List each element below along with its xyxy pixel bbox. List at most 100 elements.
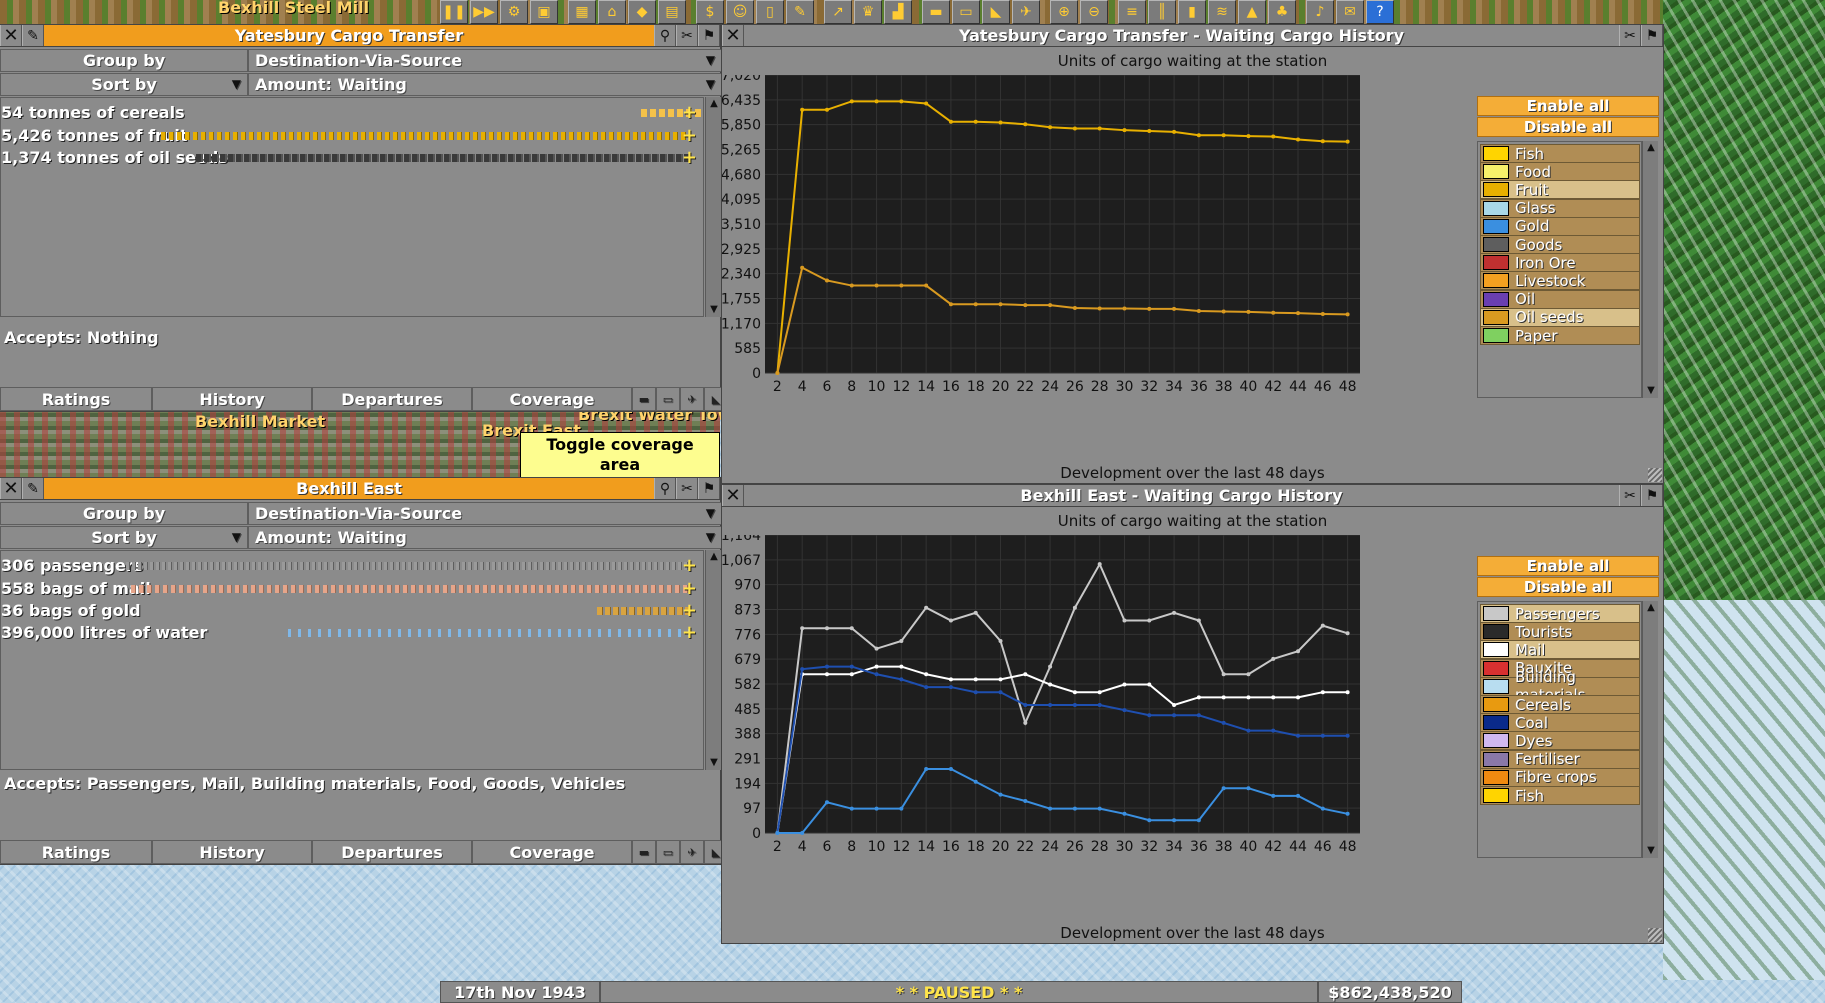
station-list-icon[interactable]: ▤ (658, 0, 686, 24)
legend-item[interactable]: Glass (1480, 198, 1640, 218)
expand-plus-icon[interactable]: + (682, 102, 697, 123)
tab-departures[interactable]: Departures (312, 840, 472, 864)
sticky-pin-icon[interactable]: ⚑ (698, 25, 720, 46)
graph-titlebar[interactable]: ✕ Yatesbury Cargo Transfer - Waiting Car… (722, 25, 1663, 47)
location-pin-icon[interactable]: ⚲ (654, 25, 676, 46)
resize-handle[interactable] (1648, 468, 1662, 482)
legend-item[interactable]: Oil seeds (1480, 307, 1640, 327)
expand-plus-icon[interactable]: + (682, 125, 697, 146)
cargo-list[interactable]: 306 passengers + 558 bags of mail + 36 b… (0, 550, 704, 770)
expand-plus-icon[interactable]: + (682, 622, 697, 643)
cargo-list-scrollbar[interactable]: ▲ ▼ (705, 550, 721, 770)
story-book-icon[interactable]: ▯ (756, 0, 784, 24)
legend-item[interactable]: Fruit (1480, 180, 1640, 200)
legend-item[interactable]: Fertiliser (1480, 749, 1640, 769)
scroll-down-icon[interactable]: ▼ (706, 756, 722, 770)
tab-departures[interactable]: Departures (312, 387, 472, 411)
settings-gear-icon[interactable]: ⚙ (500, 0, 528, 24)
tab-coverage[interactable]: Coverage (472, 840, 632, 864)
legend-item[interactable]: Dyes (1480, 731, 1640, 751)
cargo-list-scrollbar[interactable]: ▲ ▼ (705, 97, 721, 317)
expand-plus-icon[interactable]: + (682, 555, 697, 576)
station-titlebar[interactable]: ✕ ✎ Bexhill East ⚲ ✂ ⚑ (0, 478, 720, 500)
zoom-in-icon[interactable]: ⊕ (1050, 0, 1078, 24)
sticky-pin-icon[interactable]: ⚑ (1641, 25, 1663, 46)
sort-by-toggle[interactable]: Sort by ▼ (0, 525, 248, 549)
aircraft-list-icon[interactable]: ✈ (1012, 0, 1040, 24)
legend-item[interactable]: Fish (1480, 786, 1640, 805)
close-icon[interactable]: ✕ (0, 478, 22, 499)
scroll-up-icon[interactable]: ▲ (706, 550, 722, 564)
help-icon[interactable]: ? (1366, 0, 1394, 24)
scroll-down-icon[interactable]: ▼ (706, 303, 722, 317)
legend-item[interactable]: Fish (1480, 144, 1640, 163)
tab-history[interactable]: History (152, 387, 312, 411)
enable-all-button[interactable]: Enable all (1477, 96, 1659, 116)
tab-coverage[interactable]: Coverage (472, 387, 632, 411)
finances-icon[interactable]: $ (696, 0, 724, 24)
close-icon[interactable]: ✕ (0, 25, 22, 46)
sort-by-dropdown[interactable]: Amount: Waiting ▼ (248, 525, 722, 549)
build-water-icon[interactable]: ≋ (1208, 0, 1236, 24)
disable-all-button[interactable]: Disable all (1477, 117, 1659, 137)
build-tram-icon[interactable]: ▮ (1178, 0, 1206, 24)
collapse-icon[interactable]: ✂ (1619, 485, 1641, 506)
town-directory-icon[interactable]: ⌂ (598, 0, 626, 24)
truck-filter-icon[interactable]: ▭ (656, 840, 680, 864)
expand-plus-icon[interactable]: + (682, 600, 697, 621)
map-terrain-snow[interactable] (1663, 600, 1825, 980)
cargo-legend-list[interactable]: PassengersTouristsMailBauxiteBuilding ma… (1477, 601, 1642, 858)
legend-item[interactable]: Fibre crops (1480, 767, 1640, 787)
build-air-icon[interactable]: ▲ (1238, 0, 1266, 24)
scroll-down-icon[interactable]: ▼ (1643, 844, 1659, 858)
company-icon[interactable]: ☺ (726, 0, 754, 24)
legend-item[interactable]: Paper (1480, 326, 1640, 345)
music-icon[interactable]: ♪ (1306, 0, 1334, 24)
graphs-icon[interactable]: ↗ (824, 0, 852, 24)
legend-item[interactable]: Goods (1480, 235, 1640, 254)
cargo-legend-list[interactable]: Fish Food Fruit Glass Gold Goods Iron Ore Lives… (1477, 141, 1642, 398)
legend-item[interactable]: Mail (1480, 640, 1640, 660)
location-pin-icon[interactable]: ⚲ (654, 478, 676, 499)
expand-plus-icon[interactable]: + (682, 578, 697, 599)
legend-item[interactable]: Iron Ore (1480, 253, 1640, 273)
graph-titlebar[interactable]: ✕ Bexhill East - Waiting Cargo History ✂… (722, 485, 1663, 507)
legend-item[interactable]: Cereals (1480, 695, 1640, 714)
tab-ratings[interactable]: Ratings (0, 840, 152, 864)
train-filter-icon[interactable]: ▬ (632, 840, 656, 864)
legend-item[interactable]: Food (1480, 162, 1640, 182)
map-label-steel-mill[interactable]: Bexhill Steel Mill (218, 0, 369, 17)
train-list-icon[interactable]: ▬ (922, 0, 950, 24)
expand-plus-icon[interactable]: + (682, 147, 697, 168)
build-road-icon[interactable]: ║ (1148, 0, 1176, 24)
station-titlebar[interactable]: ✕ ✎ Yatesbury Cargo Transfer ⚲ ✂ ⚑ (0, 25, 720, 47)
collapse-icon[interactable]: ✂ (1619, 25, 1641, 46)
cargo-list[interactable]: 54 tonnes of cereals + 5,426 tonnes of f… (0, 97, 704, 317)
scroll-up-icon[interactable]: ▲ (1643, 601, 1659, 615)
landscaping-icon[interactable]: ♣ (1268, 0, 1296, 24)
train-filter-icon[interactable]: ▬ (632, 387, 656, 411)
collapse-icon[interactable]: ✂ (676, 478, 698, 499)
close-icon[interactable]: ✕ (722, 485, 744, 506)
legend-item[interactable]: Building materials (1480, 668, 1640, 704)
legend-scrollbar[interactable]: ▲ ▼ (1642, 601, 1658, 858)
disable-all-button[interactable]: Disable all (1477, 577, 1659, 597)
cargo-row-2[interactable]: 1,374 tonnes of oil seeds + (1, 146, 703, 168)
goals-icon[interactable]: ✎ (786, 0, 814, 24)
sort-by-toggle[interactable]: Sort by ▼ (0, 72, 248, 96)
industry-icon[interactable]: ▟ (884, 0, 912, 24)
sort-by-dropdown[interactable]: Amount: Waiting ▼ (248, 72, 722, 96)
tab-ratings[interactable]: Ratings (0, 387, 152, 411)
legend-item[interactable]: Oil (1480, 289, 1640, 309)
aircraft-filter-icon[interactable]: ✈ (680, 387, 704, 411)
status-paused[interactable]: * * PAUSED * * (600, 981, 1318, 1003)
map-terrain-forest[interactable] (1663, 0, 1825, 600)
legend-item[interactable]: Passengers (1480, 604, 1640, 623)
cargo-row-2[interactable]: 36 bags of gold + (1, 599, 703, 621)
fast-forward-button[interactable]: ▶▶ (470, 0, 498, 24)
legend-item[interactable]: Livestock (1480, 271, 1640, 291)
messages-icon[interactable]: ✉ (1336, 0, 1364, 24)
close-icon[interactable]: ✕ (722, 25, 744, 46)
truck-filter-icon[interactable]: ▭ (656, 387, 680, 411)
cargo-row-1[interactable]: 5,426 tonnes of fruit + (1, 124, 703, 146)
